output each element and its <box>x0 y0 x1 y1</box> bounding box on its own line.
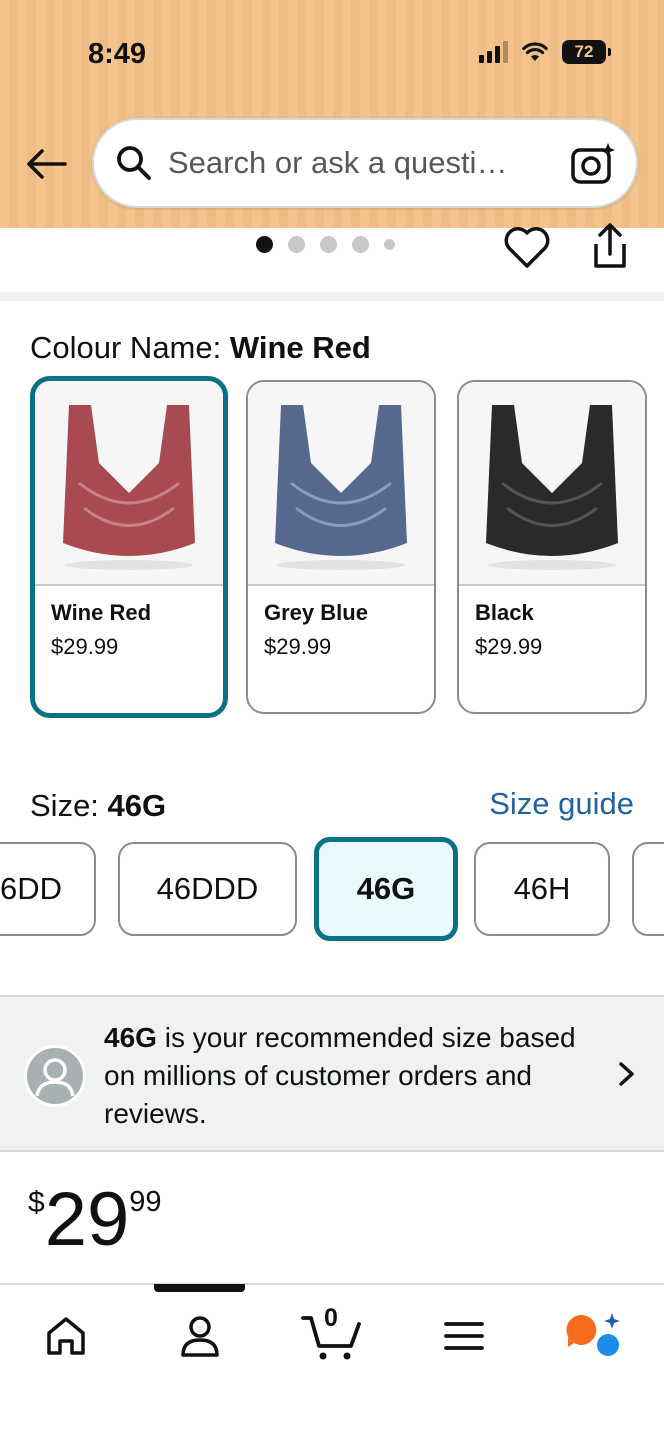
product-image-grey-blue <box>248 382 434 586</box>
colour-option-price: $29.99 <box>264 634 332 659</box>
active-tab-indicator <box>154 1284 245 1292</box>
back-arrow-icon <box>27 149 67 179</box>
share-button[interactable] <box>588 222 632 270</box>
price-whole: 29 <box>44 1177 130 1262</box>
price-currency: $ <box>28 1186 45 1219</box>
search-bar[interactable] <box>92 118 638 208</box>
carousel-dot[interactable] <box>256 236 273 253</box>
size-option[interactable]: 6DD <box>0 842 96 936</box>
carousel-dot[interactable] <box>384 239 395 250</box>
cart-count: 0 <box>324 1304 338 1332</box>
battery-icon: 72 <box>562 40 611 64</box>
product-image-wine-red <box>35 381 223 586</box>
size-option[interactable]: 46DDD <box>118 842 297 936</box>
search-input[interactable] <box>168 145 548 181</box>
size-guide-link[interactable]: Size guide <box>489 786 634 822</box>
chevron-right-icon <box>619 1062 634 1086</box>
colour-option-price: $29.99 <box>51 634 119 659</box>
colour-option-price: $29.99 <box>475 634 543 659</box>
carousel-dot[interactable] <box>352 236 369 253</box>
carousel-indicators <box>256 236 395 253</box>
wifi-icon <box>522 42 548 61</box>
colour-name-label: Colour Name: Wine Red <box>30 330 371 365</box>
product-price: $ 29 99 <box>28 1178 162 1262</box>
account-icon <box>181 1316 219 1357</box>
colour-option-wine-red[interactable]: Wine Red $29.99 <box>30 376 228 718</box>
back-button[interactable] <box>22 140 70 188</box>
menu-icon <box>444 1322 484 1350</box>
carousel-dot[interactable] <box>320 236 337 253</box>
section-divider <box>0 292 664 301</box>
heart-icon <box>504 227 550 268</box>
recommendation-text: 46G is your recommended size based on mi… <box>104 1022 576 1129</box>
colour-option-black[interactable]: Black $29.99 <box>457 380 647 714</box>
product-image-black <box>459 382 645 586</box>
size-recommendation-banner[interactable]: 46G is your recommended size based on mi… <box>0 995 664 1152</box>
colour-option-grey-blue[interactable]: Grey Blue $29.99 <box>246 380 436 714</box>
nav-rufus[interactable] <box>564 1308 624 1364</box>
cellular-signal-icon <box>479 41 508 63</box>
home-icon <box>47 1317 85 1355</box>
camera-search-icon[interactable] <box>570 142 616 188</box>
user-avatar-icon <box>24 1045 86 1107</box>
nav-cart[interactable]: 0 <box>300 1304 364 1364</box>
price-fraction: 99 <box>129 1186 162 1218</box>
header: 8:49 72 <box>0 0 664 228</box>
colour-option-name: Black <box>475 600 534 625</box>
wishlist-button[interactable] <box>503 224 551 270</box>
carousel-dot[interactable] <box>288 236 305 253</box>
status-icons: 72 <box>479 40 611 64</box>
rufus-assistant-icon <box>566 1313 620 1356</box>
colour-option-name: Wine Red <box>51 600 152 625</box>
colour-option-name: Grey Blue <box>264 600 368 625</box>
size-label: Size: 46G <box>30 788 167 823</box>
search-icon <box>114 143 154 183</box>
nav-account[interactable] <box>170 1308 230 1364</box>
nav-menu[interactable] <box>434 1308 494 1364</box>
nav-home[interactable] <box>36 1308 96 1364</box>
size-option[interactable]: 46H <box>474 842 610 936</box>
size-option-selected[interactable]: 46G <box>314 837 458 941</box>
size-option[interactable] <box>632 842 664 936</box>
status-time: 8:49 <box>88 38 147 70</box>
share-icon <box>594 223 626 268</box>
